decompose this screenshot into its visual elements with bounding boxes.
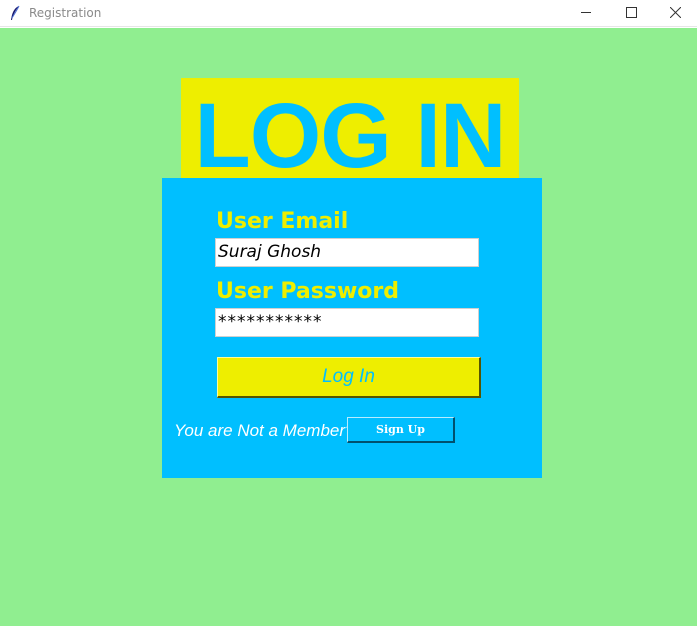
app-window: Registration LOG IN User Email Suraj Gho… (0, 0, 697, 626)
minimize-icon (581, 12, 591, 13)
password-field[interactable]: *********** (215, 308, 479, 337)
window-content: LOG IN User Email Suraj Ghosh User Passw… (0, 28, 697, 626)
signup-button[interactable]: Sign Up (347, 417, 455, 443)
login-button[interactable]: Log In (217, 357, 481, 398)
window-title: Registration (29, 6, 102, 20)
password-label: User Password (216, 279, 399, 304)
maximize-icon (626, 7, 637, 18)
minimize-button[interactable] (564, 0, 609, 27)
member-prompt: You are Not a Member? (174, 421, 355, 440)
maximize-button[interactable] (609, 0, 654, 27)
page-title: LOG IN (194, 85, 507, 178)
title-bar[interactable]: Registration (0, 0, 697, 27)
email-label: User Email (216, 209, 349, 234)
login-heading-banner: LOG IN (181, 78, 519, 178)
email-field[interactable]: Suraj Ghosh (215, 238, 479, 267)
close-icon (670, 7, 681, 18)
feather-icon (9, 5, 21, 21)
close-button[interactable] (653, 0, 697, 27)
login-form-panel: User Email Suraj Ghosh User Password ***… (162, 178, 542, 478)
